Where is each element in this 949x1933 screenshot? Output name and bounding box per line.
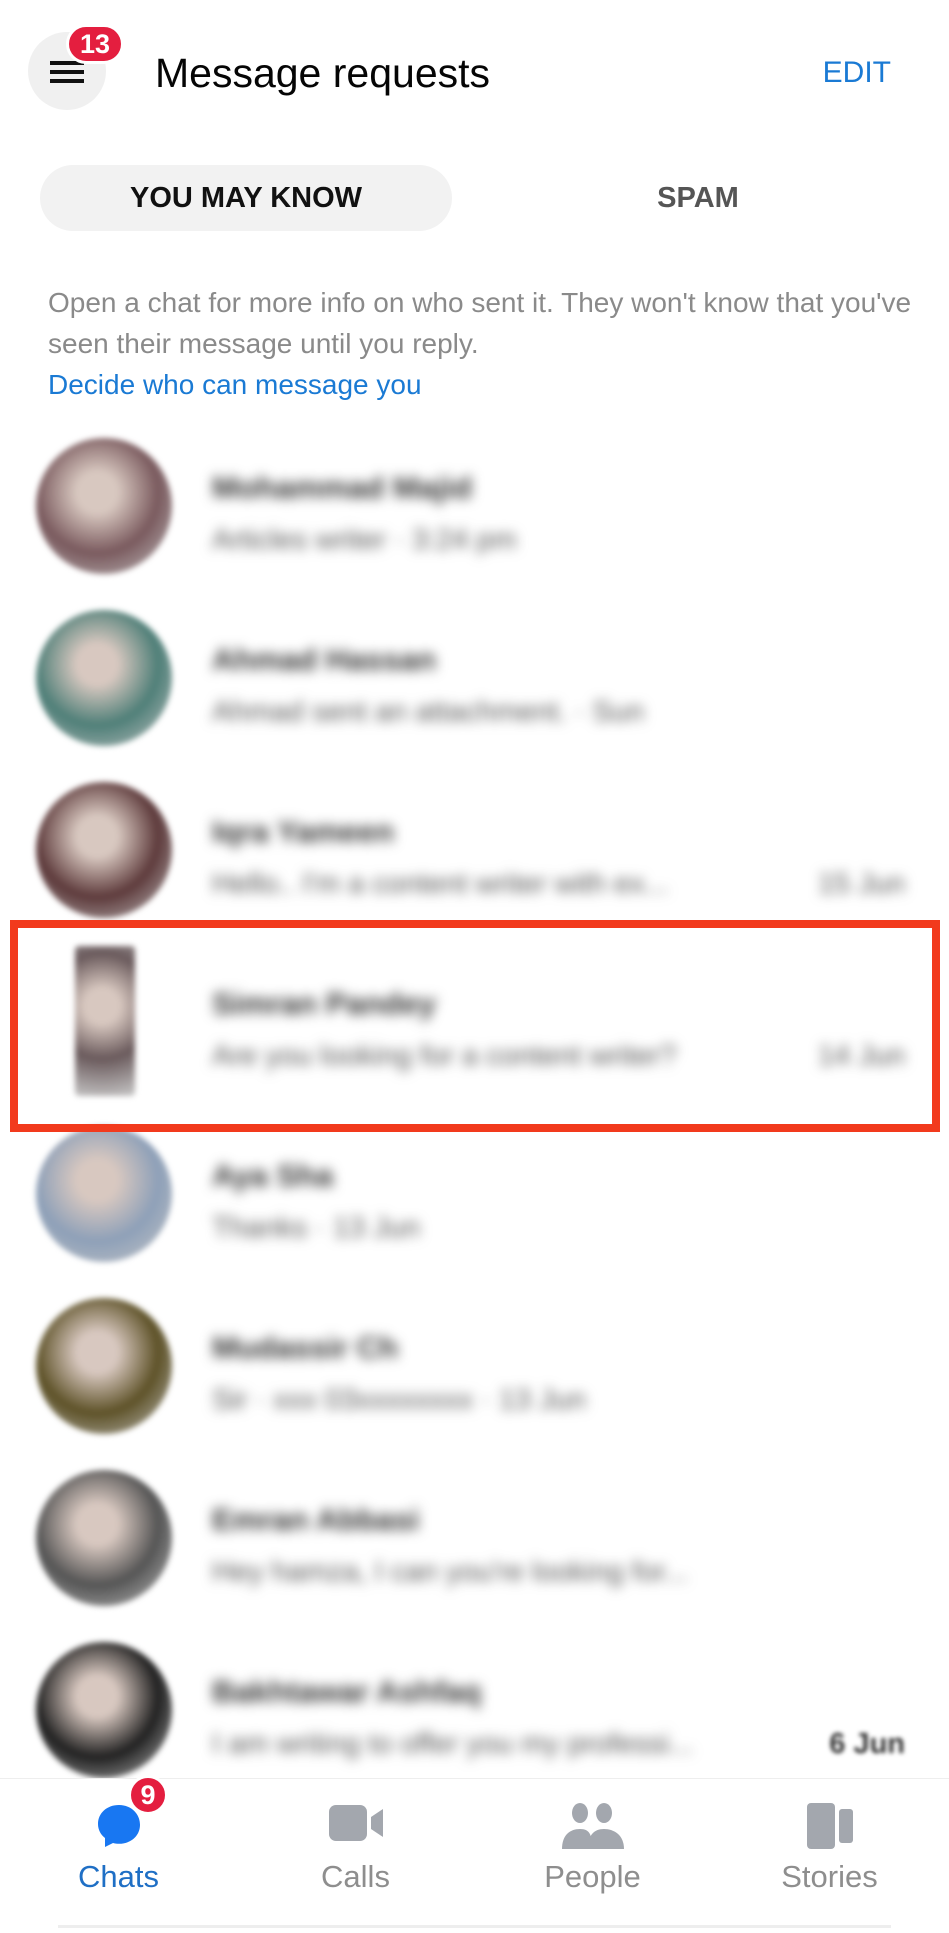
video-camera-icon bbox=[328, 1805, 383, 1841]
sender-name: Emran Abbasi bbox=[212, 1502, 420, 1537]
sender-name: Mohammad Majid bbox=[212, 470, 473, 505]
request-row[interactable]: Bakhtawar Ashfaq I am writing to offer y… bbox=[0, 1624, 949, 1796]
avatar bbox=[36, 438, 172, 574]
tab-spam[interactable]: SPAM bbox=[492, 165, 904, 231]
message-preview: Hey hamza, I can you're looking for... bbox=[212, 1556, 689, 1588]
sender-name: Ahmad Hassan bbox=[212, 642, 436, 677]
request-row[interactable]: Aya Sha Thanks · 13 Jun bbox=[0, 1108, 949, 1280]
request-row[interactable]: Ahmad Hassan Ahmad sent an attachment. ·… bbox=[0, 592, 949, 764]
request-row[interactable]: Mudassir Ch Sir · xxx 03xxxxxxxx · 13 Ju… bbox=[0, 1280, 949, 1452]
message-preview: Thanks · 13 Jun bbox=[212, 1212, 420, 1244]
nav-people[interactable]: People bbox=[474, 1779, 711, 1929]
nav-chats[interactable]: 9 Chats bbox=[0, 1775, 237, 1929]
avatar bbox=[36, 1126, 172, 1262]
request-row[interactable]: Iqra Yameen Hello.. I'm a content writer… bbox=[0, 764, 949, 936]
tab-you-may-know[interactable]: YOU MAY KNOW bbox=[40, 165, 452, 231]
message-preview: Ahmad sent an attachment. · Sun bbox=[212, 696, 645, 728]
nav-label: Chats bbox=[78, 1859, 159, 1894]
request-row[interactable]: Emran Abbasi Hey hamza, I can you're loo… bbox=[0, 1452, 949, 1624]
avatar bbox=[36, 610, 172, 746]
message-preview: I am writing to offer you my professi... bbox=[212, 1728, 694, 1760]
avatar bbox=[36, 1642, 172, 1778]
nav-stories[interactable]: Stories bbox=[711, 1779, 948, 1929]
request-row[interactable]: Mohammad Majid Articles writer · 3:24 pm bbox=[0, 420, 949, 592]
message-time: 15 Jun bbox=[817, 868, 905, 900]
avatar bbox=[36, 1470, 172, 1606]
page-title: Message requests bbox=[155, 50, 491, 96]
highlight-box bbox=[10, 920, 940, 1132]
message-preview: Articles writer · 3:24 pm bbox=[212, 524, 517, 556]
people-icon bbox=[561, 1803, 624, 1849]
info-text: Open a chat for more info on who sent it… bbox=[48, 282, 918, 405]
home-indicator bbox=[58, 1925, 891, 1928]
avatar bbox=[36, 782, 172, 918]
sender-name: Aya Sha bbox=[212, 1158, 334, 1193]
sender-name: Mudassir Ch bbox=[212, 1330, 399, 1365]
chats-badge: 9 bbox=[128, 1775, 168, 1815]
tab-bar: YOU MAY KNOW SPAM bbox=[40, 165, 910, 231]
info-description: Open a chat for more info on who sent it… bbox=[48, 287, 912, 359]
message-preview: Hello.. I'm a content writer with ex... bbox=[212, 868, 669, 900]
edit-button[interactable]: EDIT bbox=[823, 56, 891, 90]
stories-icon bbox=[806, 1803, 853, 1849]
nav-label: Calls bbox=[321, 1859, 390, 1894]
message-settings-link[interactable]: Decide who can message you bbox=[48, 364, 918, 405]
hamburger-icon bbox=[50, 61, 84, 83]
bottom-nav: 9 Chats Calls People Stories bbox=[0, 1775, 949, 1933]
sender-name: Iqra Yameen bbox=[212, 814, 395, 849]
sender-name: Bakhtawar Ashfaq bbox=[212, 1674, 482, 1709]
avatar bbox=[36, 1298, 172, 1434]
message-preview: Sir · xxx 03xxxxxxxx · 13 Jun bbox=[212, 1384, 586, 1416]
nav-calls[interactable]: Calls bbox=[237, 1779, 474, 1929]
nav-label: Stories bbox=[781, 1859, 878, 1894]
notification-badge: 13 bbox=[66, 24, 124, 64]
nav-label: People bbox=[544, 1859, 641, 1894]
message-time: 6 Jun bbox=[829, 1728, 905, 1760]
